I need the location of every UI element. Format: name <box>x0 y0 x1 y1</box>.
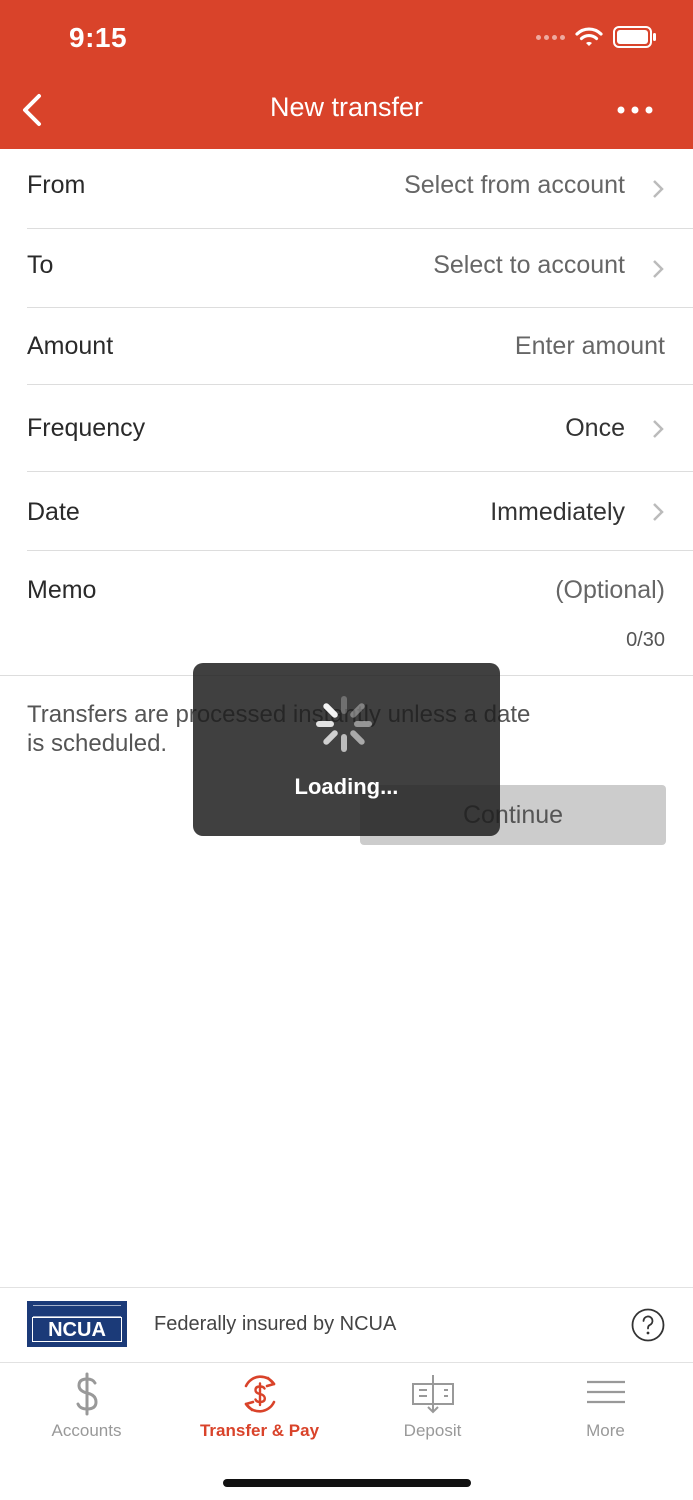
chevron-right-icon <box>653 503 664 521</box>
page-title: New transfer <box>269 92 424 122</box>
chevron-right-icon <box>653 180 664 198</box>
tab-label: Transfer & Pay <box>199 1421 320 1440</box>
home-indicator[interactable] <box>223 1479 471 1487</box>
tab-accounts[interactable]: Accounts <box>0 1362 173 1452</box>
battery-icon <box>613 26 656 48</box>
chevron-right-icon <box>653 420 664 438</box>
ncua-footer: NCUA Federally insured by NCUA <box>0 1287 693 1363</box>
status-time: 9:15 <box>69 22 128 53</box>
date-row[interactable]: Date Immediately <box>27 472 693 551</box>
deposit-check-icon <box>411 1375 454 1414</box>
date-label: Date <box>27 498 80 526</box>
memo-char-counter: 0/30 <box>626 629 665 651</box>
memo-input[interactable]: (Optional) <box>555 576 665 605</box>
frequency-label: Frequency <box>27 414 146 442</box>
chevron-right-icon <box>653 260 664 278</box>
amount-row: Amount Enter amount <box>27 308 693 385</box>
date-value: Immediately <box>490 498 625 526</box>
ncua-logo: NCUA <box>27 1301 127 1347</box>
help-icon[interactable] <box>631 1308 665 1342</box>
to-account-value: Select to account <box>433 251 625 279</box>
transfer-pay-icon <box>244 1375 275 1413</box>
memo-label: Memo <box>27 576 97 604</box>
amount-label: Amount <box>27 332 114 360</box>
tab-transfer-pay[interactable]: Transfer & Pay <box>173 1362 346 1452</box>
dollar-icon <box>76 1372 98 1416</box>
tab-label: More <box>586 1421 625 1440</box>
loading-overlay: Loading... <box>193 663 500 836</box>
cellular-signal-icon <box>536 34 565 40</box>
loading-spinner-icon <box>316 696 372 752</box>
loading-text: Loading... <box>294 774 399 799</box>
from-account-row[interactable]: From Select from account <box>27 149 693 229</box>
memo-row: Memo (Optional) 0/30 <box>0 551 693 676</box>
to-account-row[interactable]: To Select to account <box>27 229 693 308</box>
tab-label: Deposit <box>403 1421 462 1440</box>
ncua-insured-text: Federally insured by NCUA <box>154 1313 397 1335</box>
amount-input[interactable]: Enter amount <box>515 332 665 361</box>
frequency-value: Once <box>565 414 625 442</box>
from-account-value: Select from account <box>404 171 625 199</box>
app-header: 9:15 New transfer <box>0 0 693 149</box>
tab-label: Accounts <box>51 1421 122 1440</box>
from-label: From <box>27 171 86 199</box>
status-icons <box>536 26 657 48</box>
tab-more[interactable]: More <box>519 1362 692 1452</box>
to-label: To <box>27 251 54 279</box>
tab-deposit[interactable]: Deposit <box>346 1362 519 1452</box>
wifi-icon <box>575 27 603 46</box>
hamburger-menu-icon <box>586 1380 625 1404</box>
more-options-icon[interactable] <box>615 96 655 124</box>
frequency-row[interactable]: Frequency Once <box>27 385 693 472</box>
